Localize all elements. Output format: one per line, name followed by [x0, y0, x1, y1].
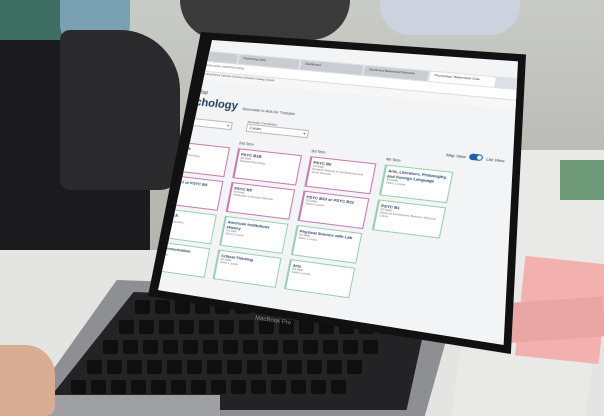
keyboard-key — [343, 340, 358, 354]
keyboard-key — [283, 340, 298, 354]
keyboard-key — [231, 380, 246, 394]
keyboard-key — [247, 360, 262, 374]
keyboard-key — [311, 380, 326, 394]
keyboard-key — [203, 340, 218, 354]
keyboard-key — [119, 320, 134, 334]
keyboard-key — [71, 380, 86, 394]
keyboard-key — [147, 360, 162, 374]
keyboard-key — [91, 380, 106, 394]
course-card[interactable]: Arts, Literature, Philosophy, and Foreig… — [378, 164, 454, 204]
keyboard-key — [111, 380, 126, 394]
keyboard-key — [103, 340, 118, 354]
keyboard-key — [363, 340, 378, 354]
photo-scene: MacBook Pro Program Map Psychology Map Das… — [0, 0, 604, 416]
course-card[interactable]: Physical Science with Lab 4.0 Units Select… — [290, 224, 363, 264]
keyboard-key — [123, 340, 138, 354]
keyboard-key — [307, 360, 322, 374]
green-book — [560, 160, 604, 200]
term-columns: 1st TermPSYC B1A3.0 UnitsIntroduction to… — [158, 134, 509, 321]
map-view-label: Map View — [445, 151, 467, 159]
pink-paper-2 — [498, 296, 604, 344]
keyboard-key — [191, 380, 206, 394]
keyboard-key — [287, 360, 302, 374]
course-card[interactable]: PSYC B33 or PSYC B22 3.0 Units Select 1 co… — [297, 190, 370, 230]
keyboard-key — [327, 360, 342, 374]
course-card[interactable]: Critical Thinking 3.0 Units Select 1 cours… — [212, 249, 282, 288]
course-card[interactable]: PSYC B1 3.0 Units Abnormal Development, Be… — [371, 199, 447, 239]
keyboard-key — [243, 340, 258, 354]
keyboard-key — [263, 340, 278, 354]
keyboard-key — [331, 380, 346, 394]
keyboard-key — [267, 360, 282, 374]
keyboard-key — [227, 360, 242, 374]
keyboard-key — [291, 380, 306, 394]
semester-value: 2 years — [248, 126, 262, 132]
keyboard-key — [167, 360, 182, 374]
keyboard-key — [323, 340, 338, 354]
keyboard-key — [87, 360, 102, 374]
keyboard-key — [187, 360, 202, 374]
keyboard-key — [151, 380, 166, 394]
keyboard-key — [207, 360, 222, 374]
keyboard-key — [199, 320, 214, 334]
jacket-on-chair — [60, 30, 180, 190]
course-card[interactable]: PSYC B1B 3.0 Units Biological Psychology — [232, 148, 303, 186]
keyboard-key — [271, 380, 286, 394]
keyboard-key — [127, 360, 142, 374]
list-view-label: List View — [485, 155, 506, 163]
chevron-down-icon: ▾ — [226, 123, 230, 128]
keyboard-key — [131, 380, 146, 394]
hand — [0, 345, 55, 416]
keyboard-key — [183, 340, 198, 354]
keyboard-key — [223, 340, 238, 354]
keyboard-key — [143, 340, 158, 354]
keyboard-key — [159, 320, 174, 334]
keyboard-key — [211, 380, 226, 394]
course-card[interactable]: PSYC B5 4.0 Units Introduction to Research… — [225, 182, 296, 220]
view-toggle-switch[interactable] — [468, 153, 484, 162]
keyboard-key — [239, 320, 254, 334]
keyboard-key — [107, 360, 122, 374]
keyboard-key — [155, 300, 170, 314]
keyboard-key — [139, 320, 154, 334]
background-person-right — [380, 0, 520, 35]
keyboard-key — [303, 340, 318, 354]
keyboard-key — [179, 320, 194, 334]
keyboard-key — [251, 380, 266, 394]
course-card[interactable]: PSYC B6 3.0 Units Research Methods for the… — [304, 156, 377, 195]
course-card[interactable]: American Institutions History 3.0 Units Se… — [219, 215, 289, 254]
keyboard-key — [347, 360, 362, 374]
keyboard-key — [135, 300, 150, 314]
keyboard-key — [219, 320, 234, 334]
keyboard-key — [171, 380, 186, 394]
course-card[interactable]: Arts 3.0 Units Select 1 course — [283, 259, 356, 299]
chevron-down-icon: ▾ — [302, 131, 306, 136]
keyboard-key — [163, 340, 178, 354]
page-subtitle: Associate in Arts for Transfer — [242, 105, 296, 117]
